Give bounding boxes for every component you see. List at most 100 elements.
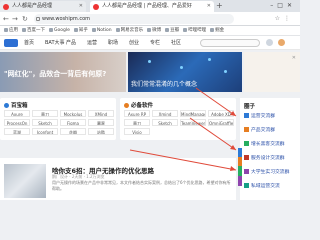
circle-link[interactable]: 增长黑客交流群: [244, 140, 285, 147]
search-input[interactable]: [200, 39, 260, 47]
banner-title: "网红化"，品效合一背后有何原?: [4, 70, 107, 78]
notification-icon[interactable]: [266, 39, 273, 46]
circle-link[interactable]: 产品交流群: [244, 126, 275, 133]
tool-link[interactable]: Adobe XD: [208, 110, 234, 117]
folder-icon: [73, 27, 78, 32]
tool-link[interactable]: 墨刀: [32, 110, 58, 117]
bookmark-item[interactable]: 掘金: [210, 26, 224, 35]
sidebar-ad[interactable]: ✕: [244, 52, 300, 92]
bookmarks-bar: 应用 百度一下 Google 知乎 Notion 网易云音乐 微博 豆瓣 哔哩哔哩 掘金: [0, 26, 300, 36]
avatar[interactable]: [278, 39, 285, 46]
nav-item[interactable]: 专栏: [150, 36, 160, 50]
bookmark-item[interactable]: 微博: [147, 26, 161, 35]
tool-link[interactable]: Xmind: [152, 110, 178, 117]
close-icon[interactable]: ✕: [79, 1, 83, 12]
circle-link[interactable]: 运营交流群: [244, 112, 275, 119]
url-text: www.woshipm.com: [42, 16, 91, 22]
nav-item[interactable]: 运营: [87, 36, 97, 50]
tool-link[interactable]: OmniGraffle: [208, 119, 234, 126]
bookmark-item[interactable]: 知乎: [73, 26, 88, 35]
bookmark-item[interactable]: 网易云音乐: [115, 26, 143, 35]
tool-link[interactable]: 墨刀: [124, 119, 150, 126]
folder-icon: [49, 27, 53, 32]
bookmark-item[interactable]: 百度一下: [22, 26, 45, 35]
panel-title: 圈子: [244, 104, 256, 110]
site-header: 首页 BAT大事 产品 运营 职场 创业 专栏 社区: [0, 36, 300, 50]
window-controls-icon[interactable]: –□✕: [270, 0, 296, 12]
article-item[interactable]: 啥你支6招：用户无操作的优化思路 鹅厂设计 · 2天前 · 1.2万浏览 用户无…: [0, 158, 236, 200]
tool-link[interactable]: 花瓣: [60, 128, 86, 135]
toolbox-icon: [4, 103, 9, 108]
featured-banner-secondary[interactable]: 我们常常混淆的几个概念: [128, 52, 242, 92]
site-logo[interactable]: [4, 39, 18, 47]
forward-icon[interactable]: →: [12, 14, 18, 24]
card-title: 百宝箱: [4, 101, 28, 109]
group-icon: [244, 155, 249, 160]
tool-link[interactable]: Sketch: [152, 119, 178, 126]
network-node-icon: [180, 66, 183, 69]
network-node-icon: [208, 58, 211, 61]
reload-icon[interactable]: ↻: [22, 14, 28, 24]
bookmark-item[interactable]: Google: [49, 26, 70, 35]
folder-icon: [22, 27, 26, 32]
back-icon[interactable]: ←: [3, 14, 9, 24]
featured-banner[interactable]: "网红化"，品效合一背后有何原?: [0, 52, 126, 92]
software-icon: [124, 103, 129, 108]
browser-tab[interactable]: 人人都是产品经理 ✕: [0, 1, 86, 12]
tab-label: 人人都是产品经理: [12, 3, 53, 9]
bookmark-item[interactable]: 应用: [4, 26, 18, 35]
baike-card: 百宝箱 Axure 墨刀 Mockplus XMind ProcessOn Sketch F…: [0, 98, 116, 140]
tool-link[interactable]: ProcessOn: [4, 119, 30, 126]
tool-link[interactable]: XMind: [88, 110, 114, 117]
group-icon: [244, 169, 249, 174]
folder-icon: [210, 27, 215, 32]
browser-tab-bar: 人人都是产品经理 ✕ 人人都是产品经理 | 产品经理、产品爱好 ✕ + –□✕: [0, 0, 300, 12]
card-title: 必备软件: [124, 101, 153, 109]
tools-card: 必备软件 Axure RP Xmind MindManager Adobe XD 墨刀 S…: [120, 98, 236, 140]
tool-link[interactable]: Iconfont: [32, 128, 58, 135]
network-node-icon: [224, 70, 227, 73]
nav-item[interactable]: BAT大事: [45, 36, 65, 50]
bookmark-item[interactable]: Notion: [91, 26, 112, 35]
tool-link[interactable]: Mockplus: [60, 110, 86, 117]
nav-item[interactable]: 职场: [108, 36, 118, 50]
tool-link[interactable]: MindManager: [180, 110, 206, 117]
url-field[interactable]: www.woshipm.com: [34, 14, 234, 24]
tool-link[interactable]: Sketch: [32, 119, 58, 126]
bookmark-item[interactable]: 哔哩哔哩: [183, 26, 206, 35]
tool-link[interactable]: 站酷: [88, 128, 114, 135]
nav-item[interactable]: 社区: [171, 36, 181, 50]
nav-item[interactable]: 产品: [66, 36, 76, 50]
folder-icon: [91, 27, 96, 32]
circle-link[interactable]: 私域运营交流: [244, 182, 280, 189]
tool-link[interactable]: Axure RP: [124, 110, 150, 117]
nav-item[interactable]: 创业: [129, 36, 139, 50]
nav-item[interactable]: 首页: [24, 36, 34, 50]
circle-panel: 圈子 运营交流群产品交流群增长黑客交流群 服务设计交流群 大学生实习交流群 私域运营交…: [240, 98, 300, 200]
close-icon[interactable]: ✕: [207, 1, 211, 12]
address-bar-row: ← → ↻ www.woshipm.com ☆⋮: [0, 12, 300, 26]
tool-link[interactable]: Figma: [60, 119, 86, 126]
color-strip: [238, 148, 242, 186]
article-thumbnail[interactable]: [4, 164, 46, 198]
group-icon: [244, 141, 249, 146]
new-tab-icon[interactable]: +: [216, 1, 223, 11]
bookmark-item[interactable]: 豆瓣: [165, 26, 179, 35]
circle-link[interactable]: 大学生实习交流群: [244, 168, 289, 175]
circle-link[interactable]: 服务设计交流群: [244, 154, 285, 161]
lock-icon: [36, 17, 40, 21]
tool-link[interactable]: Axure: [4, 110, 30, 117]
site-favicon-icon: [3, 4, 9, 10]
tool-link[interactable]: 摹客: [88, 119, 114, 126]
site-favicon-icon: [93, 4, 99, 10]
tool-link[interactable]: 蓝湖: [4, 128, 30, 135]
browser-tab-active[interactable]: 人人都是产品经理 | 产品经理、产品爱好 ✕: [90, 1, 214, 12]
folder-icon: [183, 27, 188, 32]
tool-link[interactable]: TeamViewer: [180, 119, 206, 126]
close-icon[interactable]: ✕: [292, 55, 296, 61]
tool-link[interactable]: Visio: [124, 128, 150, 135]
tab-label: 人人都是产品经理 | 产品经理、产品爱好: [102, 3, 192, 9]
folder-icon: [4, 27, 8, 32]
banner-title: 我们常常混淆的几个概念: [131, 81, 198, 88]
toolbar-extension-icon[interactable]: ☆⋮: [275, 15, 294, 22]
